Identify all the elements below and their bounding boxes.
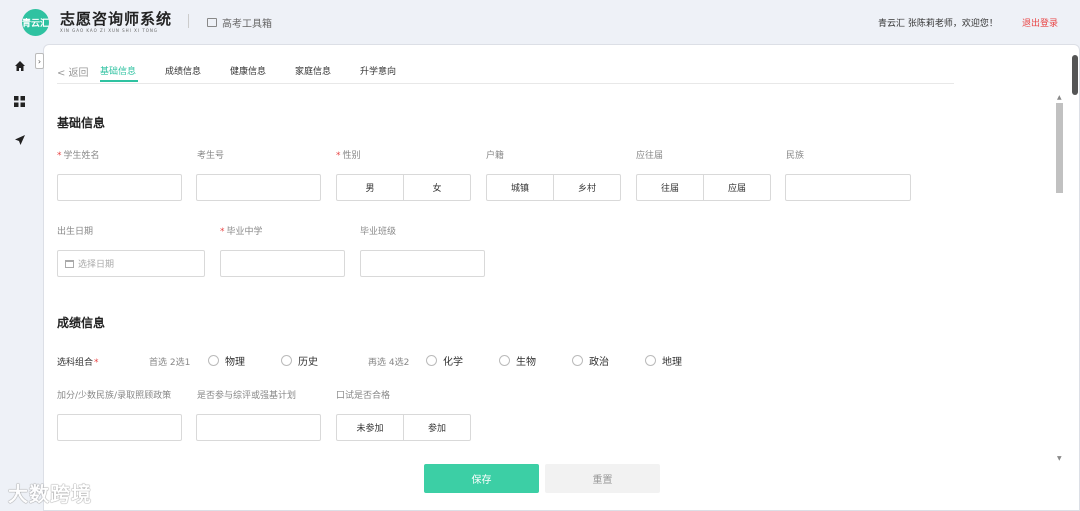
- scroll-down-icon[interactable]: ▼: [1057, 455, 1062, 462]
- grad-type-past-option[interactable]: 往届: [637, 175, 703, 200]
- calendar-icon: [65, 259, 74, 268]
- oral-label: 口试是否合格: [336, 391, 391, 401]
- tab-health-info[interactable]: 健康信息: [230, 64, 266, 77]
- class-label: 毕业班级: [360, 227, 397, 237]
- header-divider: [188, 14, 189, 28]
- radio-circle: [426, 355, 437, 366]
- grad-type-selector: 往届 应届: [636, 174, 771, 201]
- active-tab-indicator: [100, 80, 138, 82]
- radio-geography[interactable]: 地理: [645, 353, 682, 368]
- radio-circle: [499, 355, 510, 366]
- radio-biology[interactable]: 生物: [499, 353, 536, 368]
- page-scrollbar[interactable]: [1072, 55, 1078, 95]
- radio-history[interactable]: 历史: [281, 353, 318, 368]
- plan-label: 是否参与综评或强基计划: [197, 391, 297, 401]
- oral-selector: 未参加 参加: [336, 414, 471, 441]
- birth-date-picker[interactable]: 选择日期: [57, 250, 205, 277]
- tools-label: 高考工具箱: [222, 19, 272, 30]
- brand-subtitle: XIN GAO KAO ZI XUN SHI XI TONG: [60, 28, 159, 33]
- first-choice-label: 首选 2选1: [149, 358, 191, 368]
- tabs-divider: [57, 83, 954, 84]
- radio-politics[interactable]: 政治: [572, 353, 609, 368]
- home-icon[interactable]: [13, 59, 26, 72]
- scores-section-title: 成绩信息: [57, 316, 106, 330]
- apps-icon[interactable]: [13, 95, 26, 108]
- radio-circle: [572, 355, 583, 366]
- ethnicity-label: 民族: [786, 151, 805, 161]
- grad-type-label: 应往届: [636, 151, 664, 161]
- class-input[interactable]: [360, 250, 485, 277]
- logout-link[interactable]: 退出登录: [1022, 16, 1058, 29]
- tools-link[interactable]: 高考工具箱: [207, 15, 272, 30]
- hukou-urban-option[interactable]: 城镇: [487, 175, 553, 200]
- hukou-label: 户籍: [486, 151, 505, 161]
- school-label: * 毕业中学: [220, 227, 263, 237]
- tab-basic-info[interactable]: 基础信息: [100, 64, 136, 77]
- reset-button[interactable]: 重置: [545, 464, 660, 493]
- exam-no-input[interactable]: [196, 174, 321, 201]
- birth-label: 出生日期: [57, 227, 94, 237]
- logo: 青云汇: [22, 9, 49, 36]
- send-icon[interactable]: [13, 133, 26, 146]
- plan-input[interactable]: [196, 414, 321, 441]
- top-bar: 青云汇 志愿咨询师系统 XIN GAO KAO ZI XUN SHI XI TO…: [0, 0, 1080, 44]
- form-scrollbar-thumb[interactable]: [1056, 103, 1063, 193]
- oral-not-joined-option[interactable]: 未参加: [337, 415, 403, 440]
- hukou-selector: 城镇 乡村: [486, 174, 621, 201]
- scroll-up-icon[interactable]: ▲: [1057, 94, 1062, 101]
- save-button[interactable]: 保存: [424, 464, 539, 493]
- oral-joined-option[interactable]: 参加: [403, 415, 470, 440]
- watermark: 大数跨境: [8, 482, 92, 506]
- bonus-input[interactable]: [57, 414, 182, 441]
- radio-chemistry[interactable]: 化学: [426, 353, 463, 368]
- gender-label: * 性别: [336, 151, 361, 161]
- tab-family-info[interactable]: 家庭信息: [295, 64, 331, 77]
- radio-circle: [281, 355, 292, 366]
- side-nav: [0, 44, 40, 511]
- gender-selector: 男 女: [336, 174, 471, 201]
- gender-female-option[interactable]: 女: [403, 175, 470, 200]
- name-input[interactable]: [57, 174, 182, 201]
- combo-label: 选科组合*: [57, 358, 99, 368]
- brand-title: 志愿咨询师系统: [60, 10, 173, 28]
- school-input[interactable]: [220, 250, 345, 277]
- exam-no-label: 考生号: [197, 151, 225, 161]
- ethnicity-input[interactable]: [785, 174, 911, 201]
- tab-intent[interactable]: 升学意向: [360, 64, 396, 77]
- sidebar-collapse-button[interactable]: ›: [35, 53, 44, 69]
- tab-score-info[interactable]: 成绩信息: [165, 64, 201, 77]
- grad-type-current-option[interactable]: 应届: [703, 175, 770, 200]
- radio-circle: [645, 355, 656, 366]
- basic-section-title: 基础信息: [57, 116, 106, 130]
- hukou-rural-option[interactable]: 乡村: [553, 175, 620, 200]
- toolbox-icon: [207, 18, 217, 27]
- birth-placeholder: 选择日期: [78, 260, 115, 270]
- welcome-text: 青云汇 张陈莉老师，欢迎您！: [878, 19, 998, 29]
- back-link[interactable]: < 返回: [57, 64, 89, 79]
- radio-physics[interactable]: 物理: [208, 353, 245, 368]
- gender-male-option[interactable]: 男: [337, 175, 403, 200]
- name-label: * 学生姓名: [57, 151, 100, 161]
- bonus-label: 加分/少数民族/录取照顾政策: [57, 391, 172, 401]
- radio-circle: [208, 355, 219, 366]
- second-choice-label: 再选 4选2: [368, 358, 410, 368]
